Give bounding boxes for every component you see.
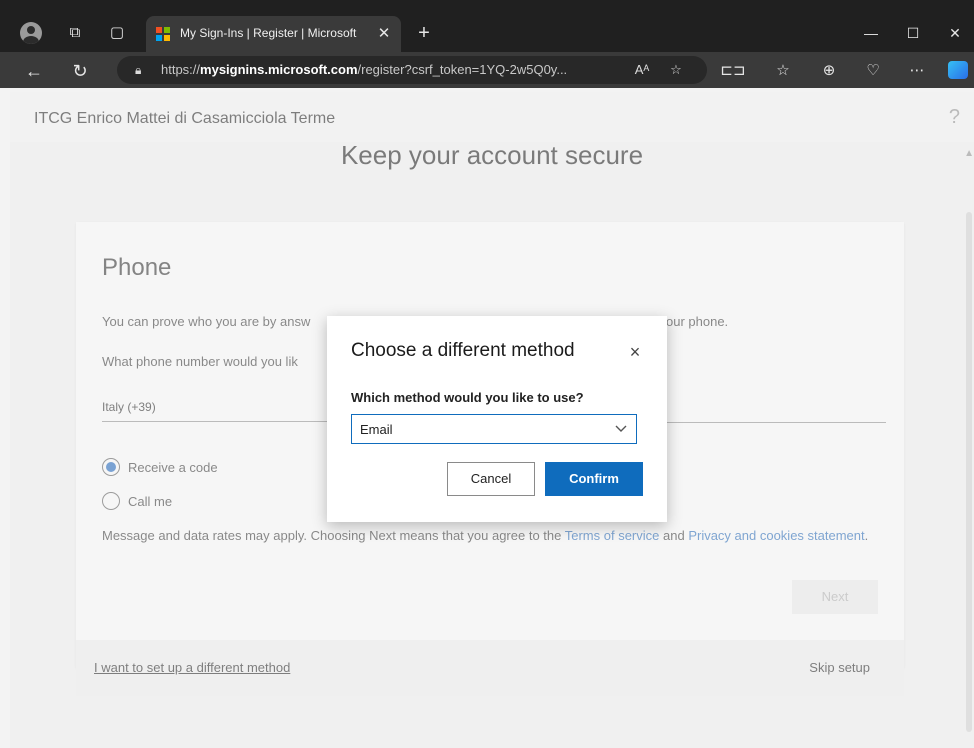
dialog-title: Choose a different method — [351, 340, 575, 361]
confirm-button[interactable]: Confirm — [545, 462, 643, 496]
split-screen-icon[interactable]: ⊏⊐ — [720, 58, 746, 84]
collections-icon[interactable]: ⊕ — [816, 58, 842, 84]
browser-tab-active[interactable]: My Sign-Ins | Register | Microsoft ✕ — [146, 16, 401, 52]
tab-title: My Sign-Ins | Register | Microsoft — [180, 26, 357, 40]
new-tab-icon[interactable]: + — [410, 20, 438, 48]
method-select-value: Email — [360, 422, 393, 437]
workspaces-icon[interactable]: ⧉ — [62, 20, 88, 46]
dialog-close-icon[interactable]: × — [623, 340, 647, 364]
browser-toolbar: ← ↻ 🔒︎ https://mysignins.microsoft.com/r… — [0, 52, 974, 88]
tab-close-icon[interactable]: ✕ — [374, 24, 394, 44]
read-aloud-icon[interactable]: Aᴬ — [631, 59, 653, 81]
chevron-down-icon — [614, 421, 628, 435]
profile-avatar-icon[interactable] — [20, 22, 42, 44]
favorite-star-icon[interactable]: ☆ — [665, 59, 687, 81]
lock-icon[interactable]: 🔒︎ — [135, 62, 151, 78]
browser-essentials-icon[interactable]: ♡ — [860, 58, 886, 84]
favorites-icon[interactable]: ☆ — [770, 58, 796, 84]
method-select[interactable]: Email — [351, 414, 637, 444]
microsoft-logo-icon — [156, 27, 170, 41]
maximize-icon[interactable]: ☐ — [900, 20, 926, 46]
back-arrow-icon[interactable]: ← — [20, 57, 48, 85]
browser-title-bar: ⧉ ▢ My Sign-Ins | Register | Microsoft ✕… — [0, 0, 974, 52]
url-text[interactable]: https://mysignins.microsoft.com/register… — [161, 62, 631, 77]
address-bar[interactable]: 🔒︎ https://mysignins.microsoft.com/regis… — [117, 56, 707, 84]
refresh-icon[interactable]: ↻ — [66, 57, 94, 85]
more-options-icon[interactable]: ⋯ — [904, 58, 930, 84]
copilot-icon[interactable] — [948, 61, 968, 79]
method-question-label: Which method would you like to use? — [351, 390, 584, 405]
choose-method-dialog: Choose a different method × Which method… — [327, 316, 667, 522]
cancel-button[interactable]: Cancel — [447, 462, 535, 496]
window-close-icon[interactable]: ✕ — [942, 20, 968, 46]
minimize-icon[interactable]: — — [858, 20, 884, 46]
tab-actions-icon[interactable]: ▢ — [104, 20, 130, 46]
